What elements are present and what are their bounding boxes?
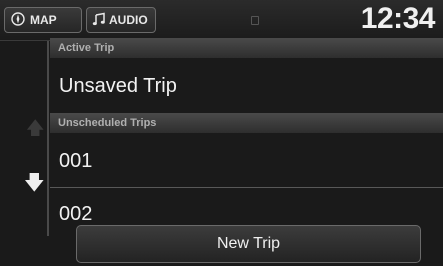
scroll-rail [0,41,44,266]
map-button[interactable]: MAP [4,7,82,33]
scroll-up-arrow-icon[interactable]: 🡅 [26,116,45,146]
list-divider [50,187,443,188]
active-trip-item[interactable]: Unsaved Trip [50,60,443,112]
rail-divider [47,41,49,236]
scroll-down-arrow-icon[interactable]: 🡇 [24,168,45,202]
audio-label: AUDIO [109,13,148,27]
trip-item-001[interactable]: 001 [50,135,443,187]
map-label: MAP [30,13,57,27]
status-indicator-icon [251,16,259,25]
clock: 12:34 [360,2,436,35]
unscheduled-trips-header: Unscheduled Trips [50,113,443,133]
active-trip-header: Active Trip [50,38,443,58]
new-trip-button[interactable]: New Trip [76,225,421,263]
audio-button[interactable]: AUDIO [86,7,156,33]
compass-icon [11,11,25,29]
top-bar: MAP AUDIO 12:34 [0,0,443,41]
music-note-icon [92,12,106,29]
